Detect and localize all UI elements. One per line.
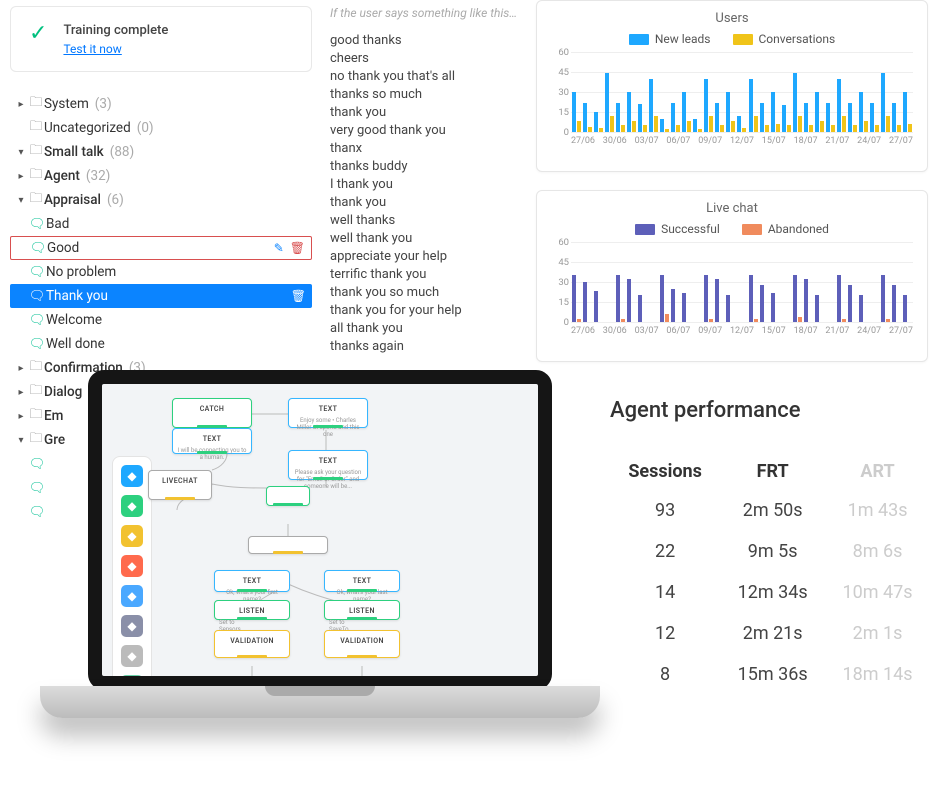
users-chart-card: Users New leads Conversations 0153045602…	[536, 0, 928, 172]
chart-title: Users	[551, 11, 913, 26]
phrase-item[interactable]: all thank you	[330, 320, 520, 338]
col-art: ART	[825, 453, 930, 490]
phrases-header: If the user says something like this…	[330, 6, 520, 20]
table-row: 815m 36s18m 14s	[610, 654, 930, 695]
table-row: 229m 5s8m 6s	[610, 531, 930, 572]
laptop-mockup: ◆◆◆◆◆◆◆◆ CATCH TEXTEnjoy some • Charles …	[40, 370, 600, 768]
folder-icon: 🗀	[28, 189, 44, 211]
livechat-chart-card: Live chat Successful Abandoned 015304560…	[536, 190, 928, 362]
chat-icon: 🗨	[29, 241, 47, 256]
tree-item-uncategorized[interactable]: ▸🗀 Uncategorized (0)	[10, 116, 312, 140]
chart-legend: Successful Abandoned	[551, 222, 913, 236]
phrase-item[interactable]: thank you so much	[330, 284, 520, 302]
agent-performance-panel: Agent performance Sessions FRT ART 932m …	[610, 398, 930, 695]
phrase-item[interactable]: thanks buddy	[330, 158, 520, 176]
phrase-item[interactable]: good thanks	[330, 32, 520, 50]
chat-icon: 🗨	[28, 313, 46, 328]
phrases-list: good thankscheersno thank you that's all…	[330, 32, 520, 356]
phrases-panel: If the user says something like this… go…	[330, 6, 520, 356]
phrase-item[interactable]: terrific thank you	[330, 266, 520, 284]
folder-icon: 🗀	[28, 165, 44, 187]
phrase-item[interactable]: thanks again	[330, 338, 520, 356]
livechat-chart: 01530456027/0630/0603/0706/0709/0712/071…	[571, 242, 913, 336]
tree-leaf-good[interactable]: 🗨 Good ✎ 🗑	[10, 236, 312, 260]
tree-leaf-welldone[interactable]: 🗨 Well done	[10, 332, 312, 356]
folder-icon: 🗀	[28, 141, 44, 163]
phrase-item[interactable]: appreciate your help	[330, 248, 520, 266]
tree-leaf-welcome[interactable]: 🗨 Welcome	[10, 308, 312, 332]
phrase-item[interactable]: I thank you	[330, 176, 520, 194]
phrase-item[interactable]: well thanks	[330, 212, 520, 230]
tree-leaf-noproblem[interactable]: 🗨 No problem	[10, 260, 312, 284]
check-icon: ✓	[29, 23, 47, 57]
edit-icon[interactable]: ✎	[274, 241, 284, 255]
flow-toolbox[interactable]: ◆◆◆◆◆◆◆◆	[112, 456, 152, 690]
flow-node[interactable]	[266, 486, 310, 506]
flow-node[interactable]	[248, 536, 328, 554]
flow-node-text[interactable]: TEXTI will be connecting you to a human.	[172, 428, 252, 454]
flow-node-validation[interactable]: VALIDATION	[214, 630, 290, 658]
phrase-item[interactable]: no thank you that's all	[330, 68, 520, 86]
table-row: 122m 21s2m 1s	[610, 613, 930, 654]
flow-node-listen[interactable]: LISTENSet toSensors	[214, 600, 290, 620]
laptop-notch	[265, 686, 375, 696]
laptop-screen: ◆◆◆◆◆◆◆◆ CATCH TEXTEnjoy some • Charles …	[88, 370, 552, 690]
phrase-item[interactable]: thank you for your help	[330, 302, 520, 320]
toolbox-item[interactable]: ◆	[121, 645, 143, 667]
toolbox-item[interactable]: ◆	[121, 525, 143, 547]
flow-node-text[interactable]: TEXTOk, what's your first name?	[214, 570, 290, 592]
tree-leaf-thankyou[interactable]: 🗨 Thank you 🗑	[10, 284, 312, 308]
table-row: 932m 50s1m 43s	[610, 490, 930, 531]
flow-node-livechat[interactable]: LIVECHAT	[148, 470, 212, 500]
chat-icon: 🗨	[28, 265, 46, 280]
col-sessions: Sessions	[610, 453, 720, 490]
folder-icon: 🗀	[28, 117, 44, 139]
tree-item-appraisal[interactable]: ▾🗀 Appraisal (6)	[10, 188, 312, 212]
flow-node-listen[interactable]: LISTENSet toSaveTo	[324, 600, 400, 620]
phrase-item[interactable]: cheers	[330, 50, 520, 68]
chat-icon: 🗨	[28, 217, 46, 232]
perf-table: Sessions FRT ART 932m 50s1m 43s229m 5s8m…	[610, 453, 930, 695]
toolbox-item[interactable]: ◆	[121, 495, 143, 517]
tree-item-smalltalk[interactable]: ▾🗀 Small talk (88)	[10, 140, 312, 164]
table-row: 1412m 34s10m 47s	[610, 572, 930, 613]
tree-item-system[interactable]: ▸🗀 System (3)	[10, 92, 312, 116]
flow-editor[interactable]: ◆◆◆◆◆◆◆◆ CATCH TEXTEnjoy some • Charles …	[102, 384, 538, 676]
test-it-now-link[interactable]: Test it now	[63, 42, 121, 56]
flow-node-text[interactable]: TEXTEnjoy some • Charles Miller at sport…	[288, 398, 368, 428]
flow-node-text[interactable]: TEXTPlease ask your question for "Email …	[288, 450, 368, 480]
toolbox-item[interactable]: ◆	[121, 585, 143, 607]
training-complete-card: ✓ Training complete Test it now	[10, 6, 312, 72]
toolbox-item[interactable]: ◆	[121, 555, 143, 577]
phrase-item[interactable]: thanks so much	[330, 86, 520, 104]
flow-node-validation[interactable]: VALIDATION	[324, 630, 400, 658]
phrase-item[interactable]: thank you	[330, 194, 520, 212]
phrase-item[interactable]: well thank you	[330, 230, 520, 248]
delete-icon[interactable]: 🗑	[290, 241, 305, 255]
users-chart: 01530456027/0630/0603/0706/0709/0712/071…	[571, 52, 913, 146]
delete-icon[interactable]: 🗑	[291, 289, 306, 303]
tree-leaf-bad[interactable]: 🗨 Bad	[10, 212, 312, 236]
chart-title: Live chat	[551, 201, 913, 216]
flow-node-text[interactable]: TEXTOk, what's your last name?	[324, 570, 400, 592]
toolbox-item[interactable]: ◆	[121, 615, 143, 637]
toolbox-item[interactable]: ◆	[121, 465, 143, 487]
chat-icon: 🗨	[28, 337, 46, 352]
chat-icon: 🗨	[28, 289, 46, 304]
phrase-item[interactable]: thanx	[330, 140, 520, 158]
training-title: Training complete	[63, 23, 168, 38]
flow-node-catch[interactable]: CATCH	[172, 398, 252, 428]
folder-icon: 🗀	[28, 93, 44, 115]
phrase-item[interactable]: very good thank you	[330, 122, 520, 140]
chart-legend: New leads Conversations	[551, 32, 913, 46]
perf-title: Agent performance	[610, 398, 930, 423]
col-frt: FRT	[720, 453, 825, 490]
tree-item-agent[interactable]: ▸🗀 Agent (32)	[10, 164, 312, 188]
phrase-item[interactable]: thank you	[330, 104, 520, 122]
